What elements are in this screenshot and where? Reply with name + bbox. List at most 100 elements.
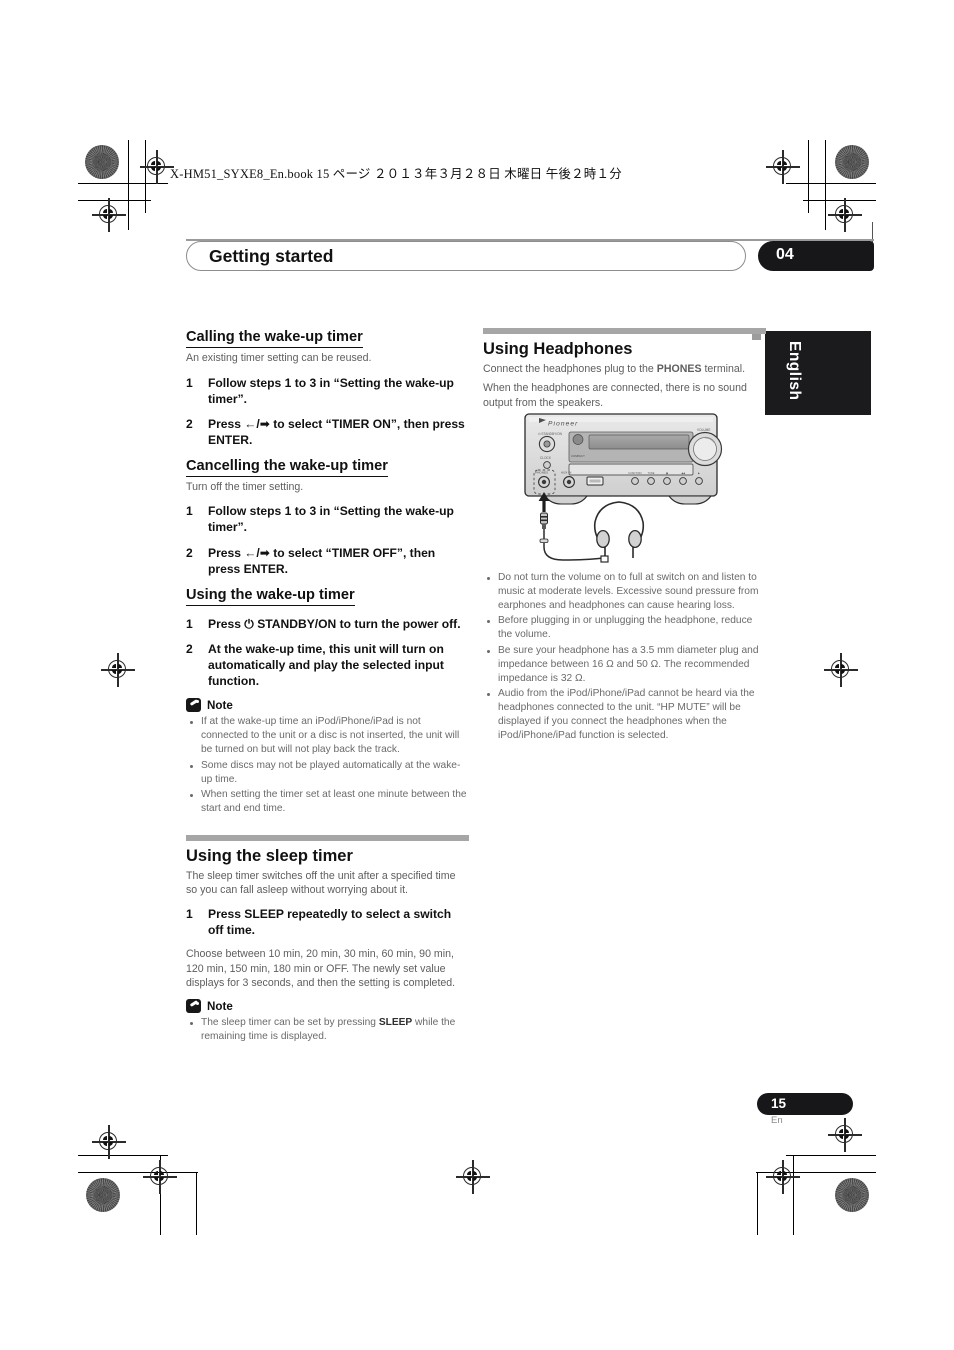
note-item: Do not turn the volume on to full at swi…: [483, 571, 766, 613]
lead-headphones-mute: When the headphones are connected, there…: [483, 382, 747, 409]
chapter-number-badge: 04: [758, 241, 874, 271]
language-tab-label: English: [786, 341, 803, 401]
registration-mark: [92, 198, 126, 232]
step-text: Press ⏻ STANDBY/ON to turn the power off…: [208, 616, 461, 631]
step-text: At the wake-up time, this unit will turn…: [208, 642, 444, 689]
chapter-number: 04: [776, 246, 794, 263]
step-item: 2 Press ←/➡ to select “TIMER ON”, then p…: [186, 416, 469, 448]
registration-mark: [143, 1160, 177, 1194]
step-text: Follow steps 1 to 3 in “Setting the wake…: [208, 375, 454, 406]
registration-mark: [828, 198, 862, 232]
step-number: 2: [186, 416, 193, 431]
lead-cancelling-wakeup-timer: Turn off the timer setting.: [186, 481, 304, 494]
note-list: If at the wake-up time an iPod/iPhone/iP…: [186, 715, 469, 816]
registration-mark: [766, 1160, 800, 1194]
registration-mark: [766, 150, 800, 184]
step-number: 2: [186, 642, 193, 656]
note-item: Before plugging in or unplugging the hea…: [483, 614, 766, 642]
note-item: Be sure your headphone has a 3.5 mm diam…: [483, 644, 766, 686]
step-number: 1: [186, 504, 193, 519]
svg-text:AUX IN: AUX IN: [561, 471, 571, 475]
phones-terminal-label: PHONES: [656, 363, 702, 375]
registration-mark: [101, 653, 135, 687]
lead-post: terminal.: [701, 363, 746, 375]
sleep-timer-options: Choose between 10 min, 20 min, 30 min, 6…: [186, 948, 456, 990]
heading-cancelling-wakeup-timer: Cancelling the wake-up timer: [186, 457, 388, 478]
note-item: Audio from the iPod/iPhone/iPad cannot b…: [483, 687, 766, 743]
note-item: When setting the timer set at least one …: [186, 788, 469, 816]
lead-headphones-connect: Connect the headphones plug to the PHONE…: [483, 362, 766, 376]
svg-text:PHONES: PHONES: [535, 471, 548, 475]
lead-using-sleep-timer: The sleep timer switches off the unit af…: [186, 869, 456, 896]
language-tab: English: [765, 331, 871, 415]
step-number: 1: [186, 375, 193, 390]
step-number: 1: [186, 907, 193, 922]
crop-line: [808, 140, 810, 213]
section-divider: [186, 834, 469, 841]
halftone-patch: [85, 145, 119, 179]
step-number: 1: [186, 616, 193, 631]
note-icon: [186, 698, 201, 713]
page-number-badge: 15: [757, 1093, 853, 1115]
note-item: The sleep timer can be set by pressing S…: [186, 1016, 469, 1044]
halftone-patch: [835, 1178, 869, 1212]
svg-text:VOLUME: VOLUME: [697, 428, 710, 432]
note-icon: [186, 999, 201, 1014]
heading-using-sleep-timer: Using the sleep timer: [186, 846, 353, 865]
step-item: 2 At the wake-up time, this unit will tu…: [186, 641, 469, 689]
crop-line: [196, 1172, 198, 1235]
page-title: Getting started: [209, 246, 334, 266]
step-text: Press ←/➡ to select “TIMER ON”, then pre…: [208, 416, 465, 447]
step-number: 2: [186, 545, 193, 560]
registration-mark: [828, 1118, 862, 1152]
step-item: 1 Press SLEEP repeatedly to select a swi…: [186, 906, 469, 938]
note-label: Note: [207, 698, 233, 712]
lead-pre: Connect the headphones plug to the: [483, 363, 657, 375]
step-item: 1 Follow steps 1 to 3 in “Setting the wa…: [186, 503, 469, 535]
book-file-line: X-HM51_SYXE8_En.book 15 ページ ２０１３年３月２８日 木…: [170, 167, 622, 181]
page-language-suffix: En: [771, 1115, 783, 1126]
illustration-svg: Pioneer ⏻ STANDBY/ON CLOCK COMPACT VOLUM…: [524, 413, 723, 563]
note-text-bold: SLEEP: [378, 1017, 413, 1029]
left-column: Calling the wake-up timer An existing ti…: [186, 328, 469, 1046]
registration-mark: [92, 1125, 126, 1159]
crop-line: [128, 140, 130, 230]
section-divider: [483, 328, 766, 334]
svg-text:Pioneer: Pioneer: [548, 421, 578, 428]
headphone-graphic: [593, 501, 645, 563]
headphone-caution-list: Do not turn the volume on to full at swi…: [483, 571, 766, 743]
crop-line: [757, 1172, 759, 1235]
heading-using-wakeup-timer: Using the wake-up timer: [186, 586, 355, 606]
step-item: 2 Press ←/➡ to select “TIMER OFF”, then …: [186, 545, 469, 577]
step-item: 1 Follow steps 1 to 3 in “Setting the wa…: [186, 375, 469, 407]
svg-text:CLOCK: CLOCK: [540, 456, 552, 460]
lead-calling-wakeup-timer: An existing timer setting can be reused.: [186, 352, 372, 365]
note-list: The sleep timer can be set by pressing S…: [186, 1016, 469, 1044]
step-item: 1 Press ⏻ STANDBY/ON to turn the power o…: [186, 616, 469, 632]
halftone-patch: [835, 145, 869, 179]
note-text-pre: The sleep timer can be set by pressing: [201, 1017, 379, 1029]
note-header: Note: [186, 698, 469, 713]
chapter-header: Getting started 04: [186, 241, 874, 271]
crop-line: [786, 1155, 876, 1157]
svg-text:COMPACT: COMPACT: [571, 454, 585, 458]
registration-mark: [140, 150, 174, 184]
step-text: Press SLEEP repeatedly to select a switc…: [208, 907, 452, 938]
note-item: If at the wake-up time an iPod/iPhone/iP…: [186, 715, 469, 757]
registration-mark: [824, 653, 858, 687]
heading-calling-wakeup-timer: Calling the wake-up timer: [186, 328, 363, 349]
crop-line: [825, 140, 827, 230]
registration-mark: [456, 1160, 490, 1194]
note-label: Note: [207, 999, 233, 1013]
svg-text:FUNCTION: FUNCTION: [629, 472, 642, 475]
headphone-connection-illustration: Pioneer ⏻ STANDBY/ON CLOCK COMPACT VOLUM…: [483, 408, 763, 568]
step-text: Press ←/➡ to select “TIMER OFF”, then pr…: [208, 545, 436, 576]
halftone-patch: [86, 1178, 120, 1212]
page-number: 15: [771, 1096, 787, 1111]
crop-line: [78, 1172, 198, 1174]
svg-text:⏻ STANDBY/ON: ⏻ STANDBY/ON: [538, 432, 563, 436]
heading-using-headphones: Using Headphones: [483, 340, 633, 358]
step-text: Follow steps 1 to 3 in “Setting the wake…: [208, 504, 454, 535]
svg-text:TUNE: TUNE: [648, 472, 655, 475]
note-header: Note: [186, 999, 469, 1014]
